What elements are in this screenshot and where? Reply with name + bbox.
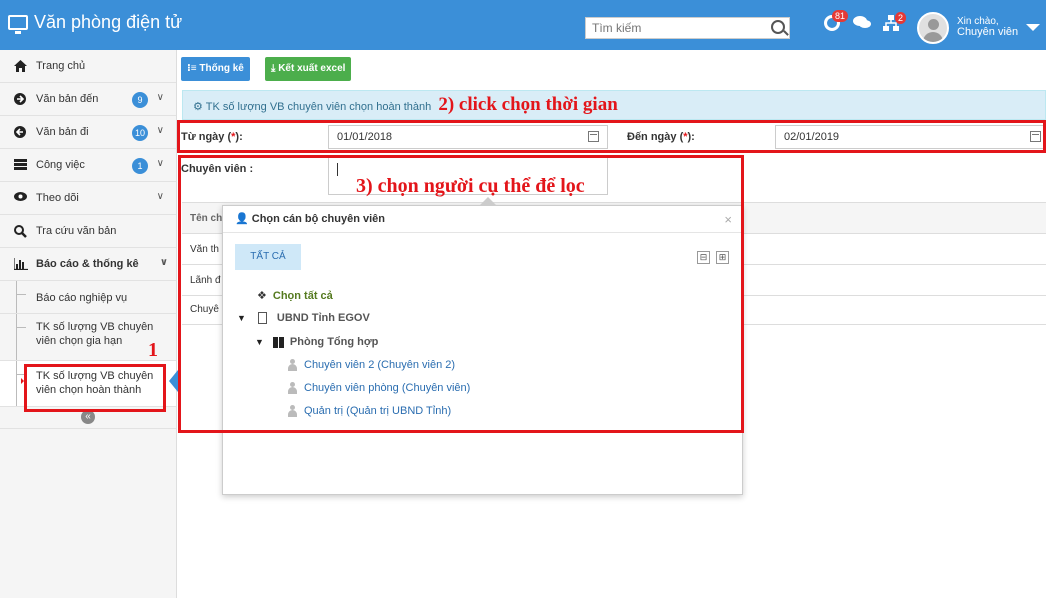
list-icon: ⁝≡ xyxy=(187,63,200,74)
search-box xyxy=(585,17,790,39)
top-bar: Văn phòng điện tử 81 2 Xin chào, Chuyên … xyxy=(0,0,1046,50)
sidebar-item-lookup[interactable]: Tra cứu văn bản xyxy=(0,215,176,248)
app-title: Văn phòng điện tử xyxy=(34,12,183,32)
sidebar-item-tasks[interactable]: Công việc 1 ∨ xyxy=(0,149,176,182)
stats-button[interactable]: ⁝≡ Thống kê xyxy=(181,57,250,81)
chevron-down-icon: ∨ xyxy=(156,92,164,103)
annotation-box-step1 xyxy=(24,364,166,412)
bar-chart-icon xyxy=(13,258,28,271)
tasks-icon xyxy=(14,159,27,171)
task-badge: 2 xyxy=(895,12,907,24)
dashboard-icon: ⚙ xyxy=(193,101,206,113)
sidebar-item-incoming[interactable]: Văn bản đến 9 ∨ xyxy=(0,83,176,116)
home-icon xyxy=(14,60,27,72)
avatar[interactable] xyxy=(917,12,949,44)
chat-icon[interactable] xyxy=(852,14,872,35)
sidebar-subitem-reports[interactable]: Báo cáo nghiệp vụ xyxy=(0,281,176,314)
eye-icon xyxy=(14,192,27,204)
monitor-icon xyxy=(8,15,28,34)
app-brand[interactable]: Văn phòng điện tử xyxy=(8,12,183,34)
sidebar-item-home[interactable]: Trang chủ xyxy=(0,50,176,83)
count-badge: 1 xyxy=(132,158,148,174)
user-greeting[interactable]: Xin chào, Chuyên viên xyxy=(957,16,1018,38)
export-excel-button[interactable]: ⤓ Kết xuất excel xyxy=(265,57,352,81)
chevron-down-icon: ∨ xyxy=(156,125,164,136)
user-menu-caret-icon[interactable] xyxy=(1026,24,1040,31)
sidebar-item-follow[interactable]: Theo dõi ∨ xyxy=(0,182,176,215)
panel-title: TK số lượng VB chuyên viên chọn hoàn thà… xyxy=(205,101,432,113)
search-icon xyxy=(14,225,27,238)
chevron-down-icon: ∨ xyxy=(156,191,164,202)
arrow-circle-left-icon xyxy=(14,126,26,138)
sidebar-item-reports[interactable]: Báo cáo & thống kê ∨ xyxy=(0,248,176,281)
collapse-sidebar-icon[interactable]: « xyxy=(81,410,95,424)
annotation-box-step2 xyxy=(177,120,1046,153)
sidebar-item-outgoing[interactable]: Văn bản đi 10 ∨ xyxy=(0,116,176,149)
panel-header: ⚙ TK số lượng VB chuyên viên chọn hoàn t… xyxy=(182,90,1046,120)
count-badge: 10 xyxy=(132,125,148,141)
search-icon[interactable] xyxy=(771,20,785,34)
annotation-step1: 1 xyxy=(148,339,158,361)
search-input[interactable] xyxy=(586,18,761,38)
annotation-step2: 2) click chọn thời gian xyxy=(438,94,618,115)
sidebar: Trang chủ Văn bản đến 9 ∨ Văn bản đi 10 … xyxy=(0,50,177,598)
chevron-down-icon: ∨ xyxy=(159,257,168,268)
chevron-down-icon: ∨ xyxy=(156,158,164,169)
notification-badge: 81 xyxy=(832,10,849,22)
count-badge: 9 xyxy=(132,92,148,108)
annotation-step3: 3) chọn người cụ thể để lọc xyxy=(356,175,585,197)
arrow-circle-right-icon xyxy=(14,93,26,105)
